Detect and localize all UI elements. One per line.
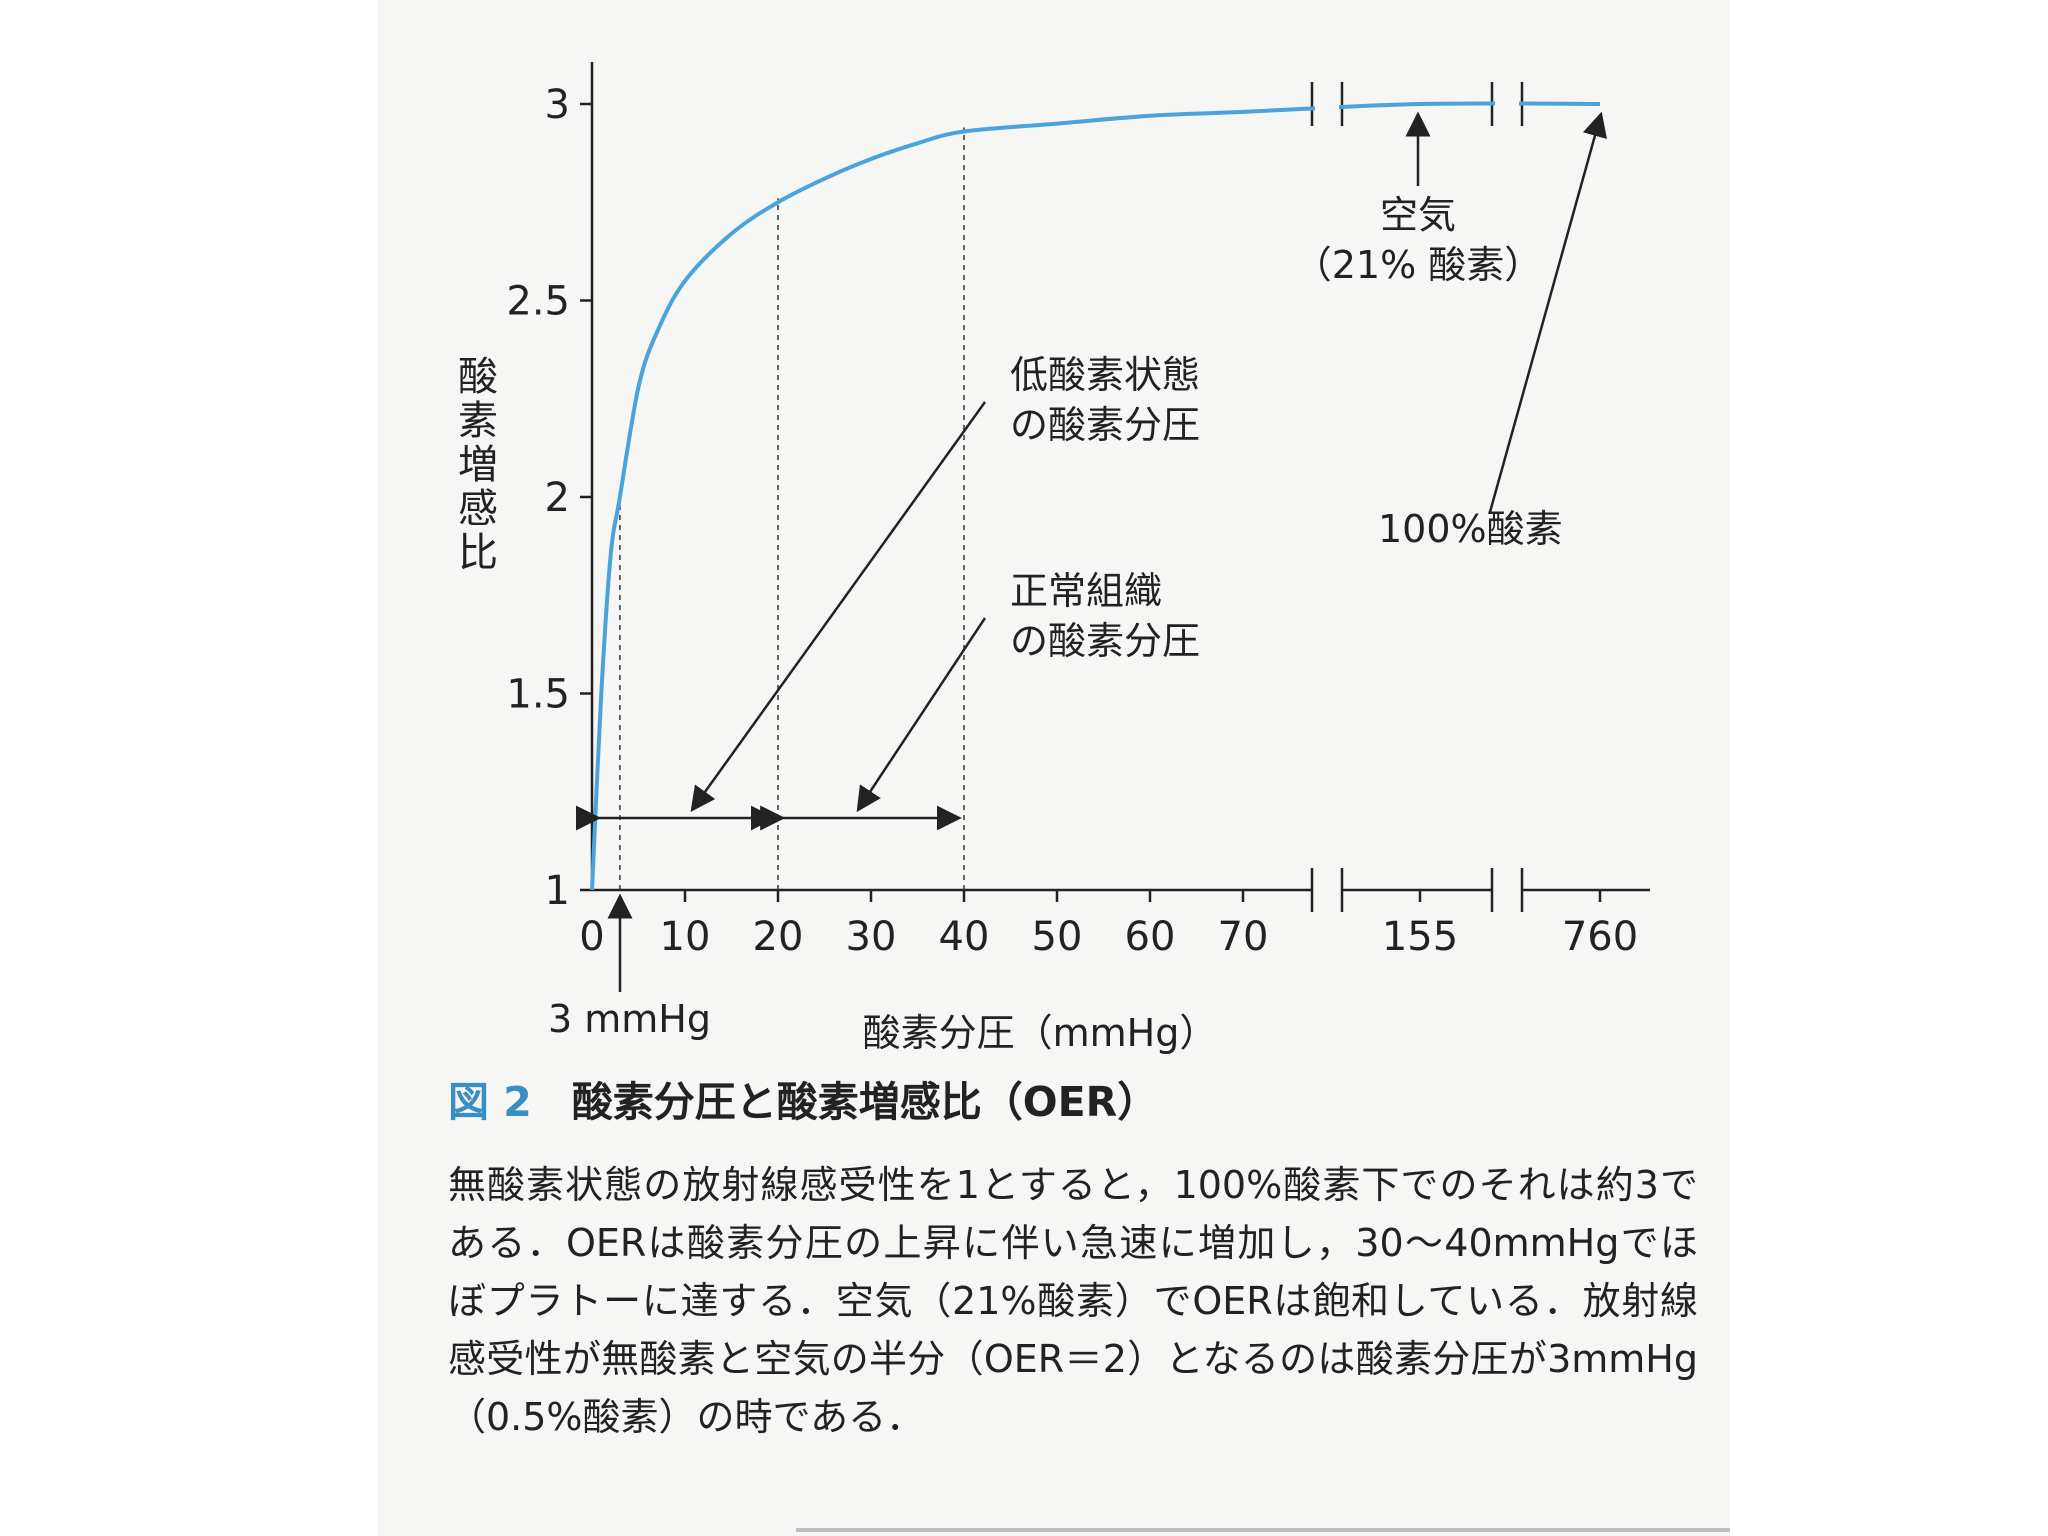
x-tick-label: 0 xyxy=(579,914,604,960)
x-tick-label: 40 xyxy=(939,914,990,960)
x-tick-label: 760 xyxy=(1562,914,1638,960)
y-axis-label-char: 素 xyxy=(458,398,498,444)
curve-break-gap xyxy=(1495,94,1519,114)
x-tick-label: 50 xyxy=(1032,914,1083,960)
y-axis-label-char: 比 xyxy=(458,530,498,576)
bottom-rule xyxy=(796,1528,1730,1532)
x-tick-label: 70 xyxy=(1218,914,1269,960)
x-tick-label: 20 xyxy=(753,914,804,960)
x-axis-label: 酸素分圧（mmHg） xyxy=(863,1011,1218,1055)
normal-tissue-pointer-arrow xyxy=(856,617,987,813)
hypoxia-pointer-arrow xyxy=(690,401,987,813)
hypoxia-label: 低酸素状態 xyxy=(1010,353,1200,397)
y-tick-label: 2 xyxy=(545,475,570,521)
curve-break-gap xyxy=(1315,94,1339,114)
normal-tissue-label: 正常組織 xyxy=(1010,569,1162,613)
caption-title: 酸素分圧と酸素増感比（OER） xyxy=(571,1078,1159,1126)
oer-chart: 11.522.530 10 20 30 40 50 60 70 155 760酸素増感比酸素分圧（… xyxy=(458,62,1650,1055)
x-tick-label: 10 xyxy=(660,914,711,960)
reference-lines xyxy=(619,127,965,890)
y-tick-label: 1 xyxy=(545,868,570,914)
threshold-label: 3 mmHg xyxy=(548,997,711,1041)
y-tick-label: 1.5 xyxy=(506,672,570,718)
x-tick-label: 60 xyxy=(1125,914,1176,960)
figure-caption: 図 2 酸素分圧と酸素増感比（OER） 無酸素状態の放射線感受性を1とすると，10… xyxy=(448,1068,1698,1446)
air-label: 空気 xyxy=(1380,193,1456,237)
y-axis-label-char: 増 xyxy=(458,442,498,488)
x-tick-label: 155 xyxy=(1382,914,1458,960)
caption-title-line: 図 2 酸素分圧と酸素増感比（OER） xyxy=(448,1068,1698,1128)
y-axis-label-char: 酸 xyxy=(458,354,498,400)
oxygen-100-label: 100%酸素 xyxy=(1378,507,1563,551)
x-tick-label: 30 xyxy=(846,914,897,960)
air-label: （21% 酸素） xyxy=(1294,243,1543,287)
y-tick-label: 2.5 xyxy=(506,279,570,325)
caption-body: 無酸素状態の放射線感受性を1とすると，100%酸素下でのそれは約3である．OER… xyxy=(448,1163,1698,1439)
chart-axes xyxy=(580,62,1650,912)
figure-number: 図 2 xyxy=(448,1078,532,1126)
y-axis-label: 酸素増感比 xyxy=(458,354,498,576)
annotations: 低酸素状態の酸素分圧正常組織の酸素分圧空気（21% 酸素）100%酸素3 mmH… xyxy=(548,111,1607,1041)
y-axis-label-char: 感 xyxy=(458,486,498,532)
oxygen-100-arrow xyxy=(1488,111,1607,513)
y-tick-label: 3 xyxy=(545,82,570,128)
hypoxia-label: の酸素分圧 xyxy=(1010,403,1200,447)
normal-tissue-label: の酸素分圧 xyxy=(1010,619,1200,663)
